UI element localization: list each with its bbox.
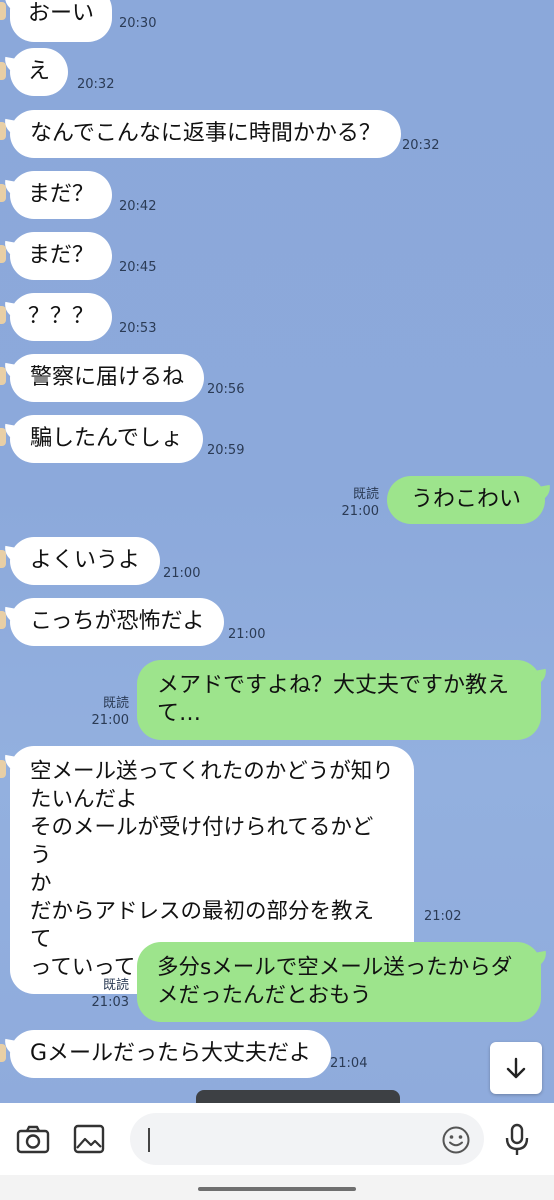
- message-time: 21:04: [330, 1056, 368, 1071]
- message-time: 20:59: [207, 443, 245, 458]
- notification-popup-edge: [196, 1090, 400, 1103]
- home-indicator[interactable]: [198, 1187, 356, 1191]
- message-bubble-incoming[interactable]: ？？？: [10, 293, 113, 341]
- message-time: 20:32: [402, 138, 440, 153]
- scroll-to-bottom-button[interactable]: [490, 1042, 542, 1094]
- message-bubble-outgoing[interactable]: うわこわい: [387, 476, 546, 524]
- message-time: 20:30: [119, 16, 157, 31]
- message-bubble-incoming[interactable]: なんでこんなに返事に時間かかる？: [10, 110, 401, 158]
- message-time: 20:56: [207, 382, 245, 397]
- emoji-icon: [442, 1126, 470, 1154]
- sender-avatar[interactable]: [0, 2, 6, 20]
- microphone-button[interactable]: [500, 1121, 534, 1159]
- read-label: 既読: [102, 978, 129, 993]
- message-bubble-incoming[interactable]: まだ？: [10, 171, 113, 219]
- read-label: 既読: [352, 487, 379, 502]
- message-time: 20:45: [119, 260, 157, 275]
- message-bubble-incoming[interactable]: 警察に届けるね: [10, 354, 205, 402]
- camera-icon: [16, 1125, 50, 1154]
- system-navigation-bar: [0, 1175, 554, 1200]
- image-button[interactable]: [70, 1121, 108, 1157]
- image-icon: [73, 1124, 105, 1154]
- chat-area[interactable]: おーい 20:30 え 20:32 なんでこんなに返事に時間かかる？ 20:32…: [0, 0, 554, 1103]
- read-label: 既読: [102, 696, 129, 711]
- message-bubble-incoming[interactable]: 騙したんでしょ: [10, 415, 203, 463]
- read-receipt: 既読 21:03: [85, 977, 129, 1011]
- camera-button[interactable]: [14, 1121, 52, 1157]
- read-receipt: 既読 21:00: [85, 695, 129, 729]
- text-cursor: [148, 1128, 150, 1152]
- message-bubble-outgoing[interactable]: メアドですよね？大丈夫ですか教え て…: [137, 660, 541, 740]
- message-input-bar: [0, 1103, 554, 1175]
- message-bubble-incoming[interactable]: よくいうよ: [10, 537, 161, 585]
- message-time: 20:53: [119, 321, 157, 336]
- arrow-down-icon: [506, 1057, 526, 1079]
- emoji-button[interactable]: [438, 1122, 474, 1158]
- message-time: 21:02: [424, 909, 462, 924]
- message-bubble-incoming[interactable]: こっちが恐怖だよ: [10, 598, 225, 646]
- read-receipt: 既読 21:00: [335, 486, 379, 520]
- message-time: 21:00: [91, 713, 129, 728]
- message-input[interactable]: [130, 1113, 484, 1165]
- message-bubble-outgoing[interactable]: 多分sメールで空メール送ったからダ メだったんだとおもう: [137, 942, 541, 1022]
- message-time: 21:00: [163, 566, 201, 581]
- message-bubble-incoming[interactable]: まだ？: [10, 232, 113, 280]
- microphone-icon: [505, 1123, 529, 1155]
- message-bubble-incoming[interactable]: Gメールだったら大丈夫だよ: [10, 1030, 332, 1078]
- message-time: 21:00: [228, 627, 266, 642]
- message-bubble-incoming[interactable]: え: [10, 48, 69, 96]
- message-time: 21:03: [91, 995, 129, 1010]
- message-bubble-incoming[interactable]: おーい: [10, 0, 113, 42]
- message-time: 20:42: [119, 199, 157, 214]
- message-time: 21:00: [341, 504, 379, 519]
- message-time: 20:32: [77, 77, 115, 92]
